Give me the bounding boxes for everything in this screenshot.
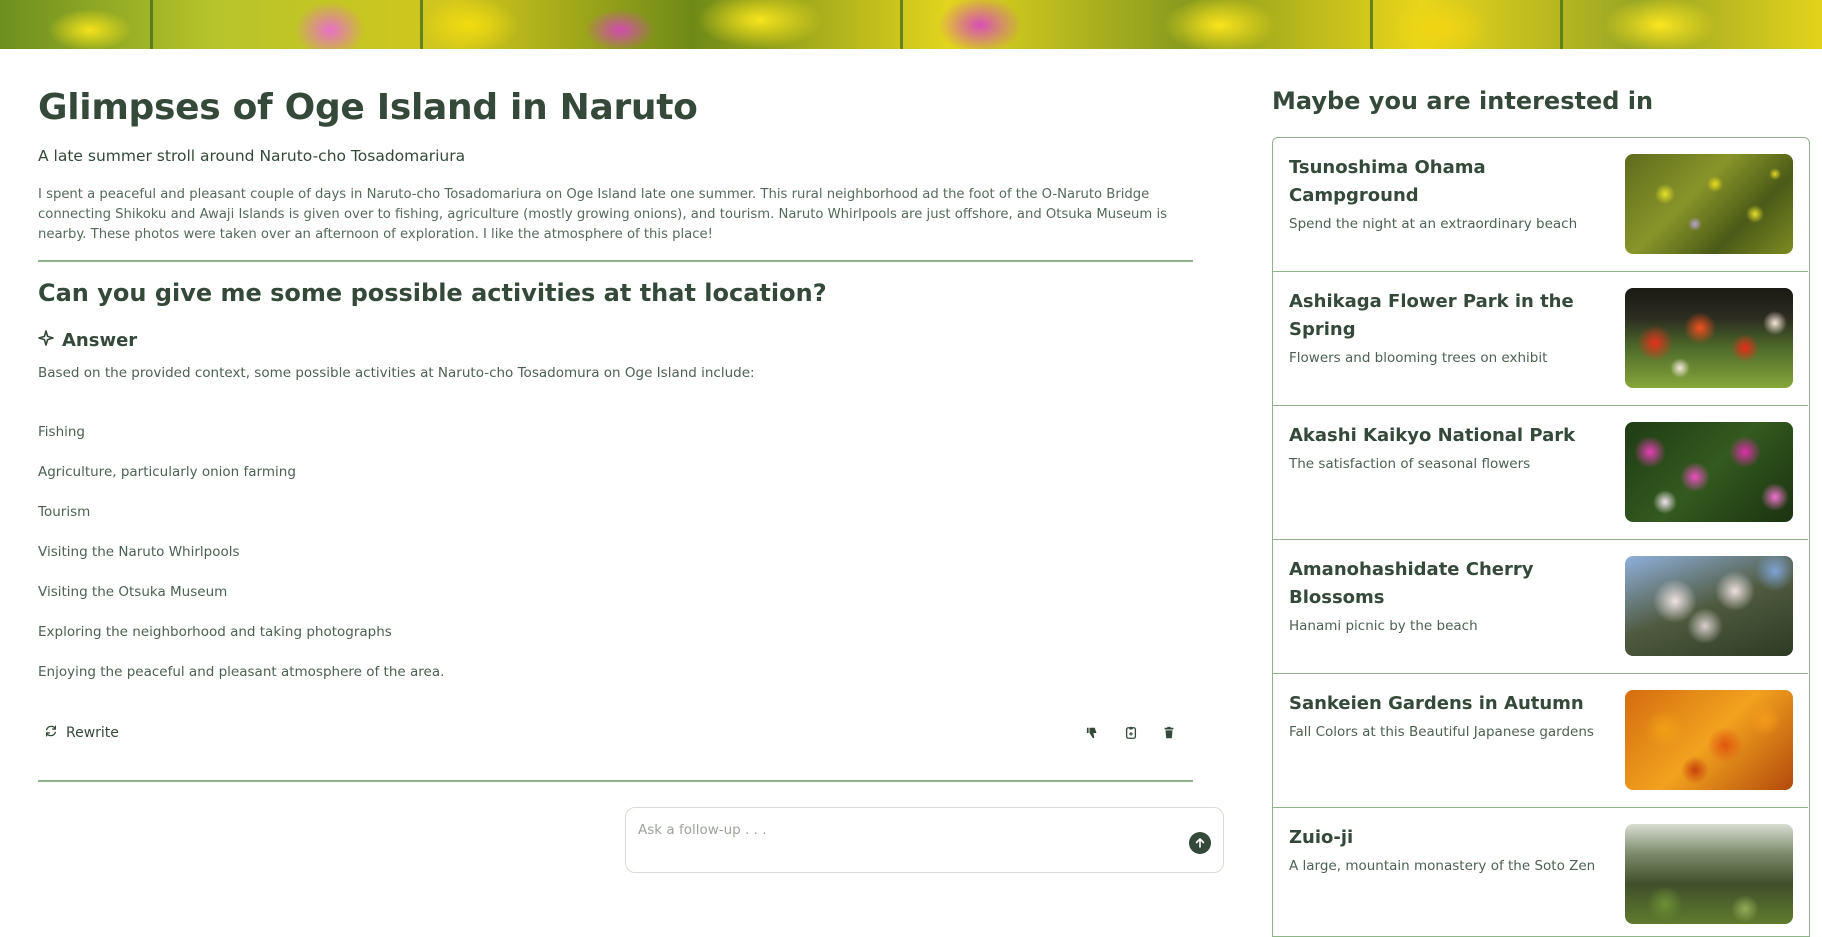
- sidebar-title: Maybe you are interested in: [1272, 87, 1654, 115]
- answer-intro: Based on the provided context, some poss…: [38, 365, 755, 381]
- list-item: Fishing: [38, 424, 85, 440]
- sparkle-icon: [38, 330, 54, 351]
- recommendation-card[interactable]: Akashi Kaikyo National Park The satisfac…: [1273, 406, 1808, 540]
- recommendation-card[interactable]: Ashikaga Flower Park in the Spring Flowe…: [1273, 272, 1808, 406]
- hero-banner-image: [0, 0, 1822, 49]
- refresh-icon: [44, 724, 58, 742]
- page-title: Glimpses of Oge Island in Naruto: [38, 87, 698, 128]
- recommendation-list: Tsunoshima Ohama Campground Spend the ni…: [1272, 137, 1810, 937]
- card-title: Ashikaga Flower Park in the Spring: [1289, 291, 1574, 340]
- card-title: Amanohashidate Cherry Blossoms: [1289, 559, 1534, 608]
- rewrite-button[interactable]: Rewrite: [44, 724, 119, 742]
- list-item: Visiting the Otsuka Museum: [38, 584, 228, 600]
- copy-icon[interactable]: [1122, 724, 1140, 742]
- trash-icon[interactable]: [1160, 724, 1178, 742]
- card-description: Spend the night at an extraordinary beac…: [1289, 216, 1578, 232]
- recommendation-card[interactable]: Amanohashidate Cherry Blossoms Hanami pi…: [1273, 540, 1808, 674]
- card-title: Akashi Kaikyo National Park: [1289, 425, 1576, 446]
- list-item: Tourism: [38, 504, 91, 520]
- list-item: Agriculture, particularly onion farming: [38, 464, 296, 480]
- answer-heading-label: Answer: [62, 330, 138, 351]
- list-item: Visiting the Naruto Whirlpools: [38, 544, 240, 560]
- list-item: Exploring the neighborhood and taking ph…: [38, 624, 392, 640]
- card-title: Tsunoshima Ohama Campground: [1289, 157, 1486, 206]
- divider: [38, 260, 1193, 262]
- card-image: [1625, 422, 1793, 522]
- arrow-up-icon: [1194, 834, 1206, 853]
- followup-box: [625, 807, 1224, 873]
- recommendation-card[interactable]: Zuio-ji A large, mountain monastery of t…: [1273, 808, 1808, 936]
- article-intro: I spent a peaceful and pleasant couple o…: [38, 187, 1167, 242]
- recommendation-card[interactable]: Sankeien Gardens in Autumn Fall Colors a…: [1273, 674, 1808, 808]
- card-description: Hanami picnic by the beach: [1289, 618, 1478, 634]
- card-image: [1625, 288, 1793, 388]
- card-title: Zuio-ji: [1289, 827, 1354, 848]
- followup-input[interactable]: [638, 822, 1158, 838]
- card-description: Fall Colors at this Beautiful Japanese g…: [1289, 724, 1594, 740]
- divider: [38, 780, 1193, 782]
- answer-heading: Answer: [38, 330, 137, 351]
- list-item: Enjoying the peaceful and pleasant atmos…: [38, 664, 445, 680]
- question-heading: Can you give me some possible activities…: [38, 279, 827, 307]
- page-subtitle: A late summer stroll around Naruto-cho T…: [38, 147, 466, 165]
- card-description: The satisfaction of seasonal flowers: [1289, 456, 1531, 472]
- card-image: [1625, 556, 1793, 656]
- card-title: Sankeien Gardens in Autumn: [1289, 693, 1584, 714]
- card-image: [1625, 154, 1793, 254]
- card-description: Flowers and blooming trees on exhibit: [1289, 350, 1548, 366]
- card-image: [1625, 690, 1793, 790]
- thumbs-down-icon[interactable]: [1084, 724, 1102, 742]
- rewrite-label: Rewrite: [66, 725, 119, 741]
- recommendation-card[interactable]: Tsunoshima Ohama Campground Spend the ni…: [1273, 138, 1808, 272]
- send-button[interactable]: [1189, 832, 1211, 854]
- card-image: [1625, 824, 1793, 924]
- card-description: A large, mountain monastery of the Soto …: [1289, 858, 1596, 874]
